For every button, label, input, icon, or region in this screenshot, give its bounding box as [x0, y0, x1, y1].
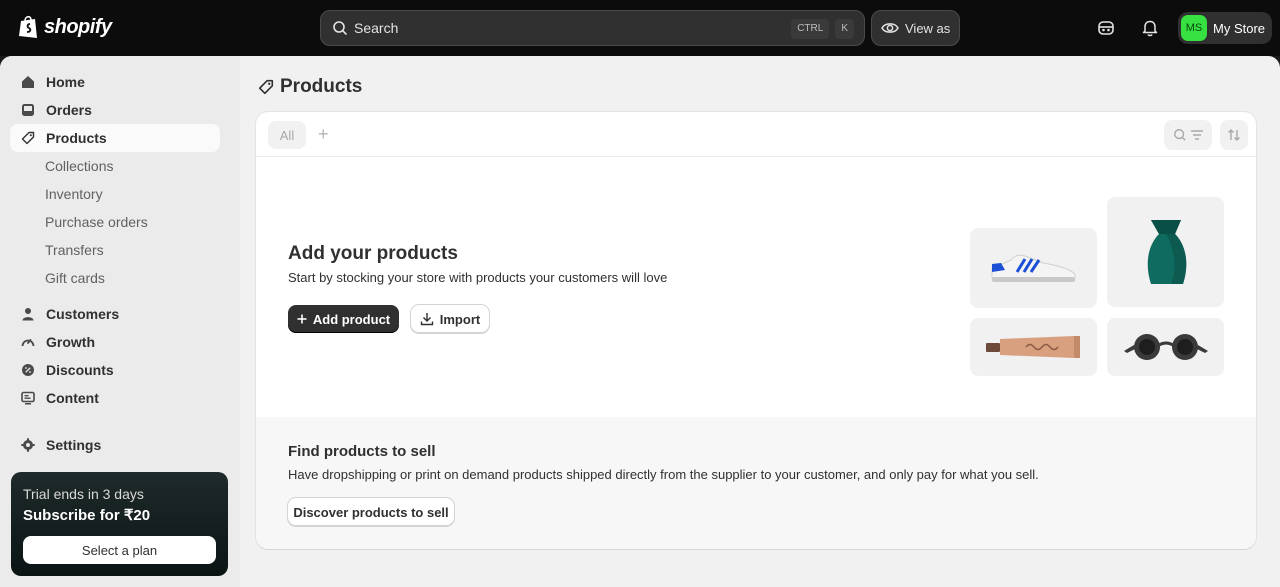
download-icon — [420, 313, 433, 326]
select-plan-button[interactable]: Select a plan — [23, 536, 216, 564]
page-title-text: Products — [280, 76, 363, 97]
add-product-label: Add product — [312, 311, 391, 327]
sidebar-subitem-transfers[interactable]: Transfers — [45, 242, 104, 258]
tag-icon — [258, 79, 274, 95]
monitor-icon — [20, 390, 36, 406]
inbox-icon — [20, 102, 36, 118]
sort-button[interactable] — [1220, 120, 1248, 150]
notifications-button[interactable] — [1138, 16, 1162, 40]
tube-illustration — [970, 318, 1097, 376]
sidebar-item-content[interactable]: Content — [10, 384, 220, 412]
trial-price-text: Subscribe for ₹20 — [23, 507, 151, 524]
discount-badge-icon — [20, 362, 36, 378]
shopify-bag-icon — [19, 15, 37, 38]
sunglasses-illustration — [1107, 318, 1224, 376]
eye-icon — [881, 23, 899, 33]
sidekick-icon — [1098, 21, 1114, 35]
sidebar: Home Orders Products Collections Invento… — [0, 56, 240, 587]
empty-state-title: Add your products — [288, 243, 458, 264]
sidebar-item-label: Home — [46, 74, 85, 90]
sidebar-subitem-purchase-orders[interactable]: Purchase orders — [45, 214, 148, 230]
page-title: Products — [258, 76, 362, 98]
sneaker-illustration — [970, 228, 1097, 308]
sidebar-subitem-gift-cards[interactable]: Gift cards — [45, 270, 105, 286]
find-products-section: Find products to sell Have dropshipping … — [256, 417, 1256, 549]
shortcut-key-k: K — [835, 19, 854, 39]
view-as-button[interactable]: View as — [871, 10, 960, 46]
sidebar-item-discounts[interactable]: Discounts — [10, 356, 220, 384]
add-product-button[interactable]: Add product — [288, 305, 399, 333]
sidebar-item-label: Growth — [46, 334, 95, 350]
sidebar-item-label: Customers — [46, 306, 120, 322]
discover-products-button[interactable]: Discover products to sell — [288, 498, 454, 526]
tube-icon — [985, 336, 1080, 358]
search-shortcut: CTRL K — [791, 19, 854, 39]
sidebar-item-settings[interactable]: Settings — [10, 431, 220, 459]
tab-all[interactable]: All — [268, 121, 306, 149]
sidebar-item-customers[interactable]: Customers — [10, 300, 220, 328]
sidebar-item-label: Content — [46, 390, 99, 406]
plus-icon — [297, 314, 307, 324]
sidebar-item-products[interactable]: Products — [10, 124, 220, 152]
admin-frame: Home Orders Products Collections Invento… — [0, 56, 1280, 587]
gauge-icon — [20, 334, 36, 350]
shortcut-key-ctrl: CTRL — [791, 19, 830, 39]
brand-name: shopify — [44, 15, 112, 38]
import-button[interactable]: Import — [411, 305, 489, 333]
search-placeholder: Search — [354, 20, 399, 36]
trial-banner: Trial ends in 3 days Subscribe for ₹20 S… — [11, 472, 228, 576]
sidebar-item-home[interactable]: Home — [10, 68, 220, 96]
person-icon — [20, 306, 36, 322]
filter-icon — [1190, 130, 1203, 140]
search-filter-button[interactable] — [1164, 120, 1212, 150]
sidebar-item-label: Settings — [46, 437, 102, 453]
sidebar-item-label: Orders — [46, 102, 92, 118]
sidebar-item-label: Discounts — [46, 362, 114, 378]
search-icon — [1173, 129, 1186, 141]
store-menu-button[interactable]: MS My Store — [1178, 12, 1272, 44]
store-name: My Store — [1213, 20, 1266, 36]
import-label: Import — [439, 311, 481, 327]
sidebar-item-orders[interactable]: Orders — [10, 96, 220, 124]
top-bar: shopify Search CTRL K View as MS My Stor… — [0, 0, 1280, 56]
trial-remaining-text: Trial ends in 3 days — [23, 486, 144, 502]
add-view-button[interactable]: + — [318, 124, 329, 145]
sidekick-button[interactable] — [1094, 16, 1118, 40]
home-icon — [20, 74, 36, 90]
sidebar-subitem-inventory[interactable]: Inventory — [45, 186, 103, 202]
find-products-title: Find products to sell — [288, 443, 436, 460]
tag-icon — [20, 130, 36, 146]
gear-icon — [20, 437, 36, 453]
shopify-logo[interactable]: shopify — [18, 14, 112, 40]
vase-icon — [1147, 220, 1186, 284]
sneaker-icon — [991, 254, 1075, 282]
vase-illustration — [1107, 197, 1224, 307]
empty-state-description: Start by stocking your store with produc… — [288, 270, 668, 285]
sidebar-subitem-collections[interactable]: Collections — [45, 158, 113, 174]
products-card: All + Add your products Start by stockin… — [256, 112, 1256, 549]
sunglasses-icon — [1123, 334, 1208, 360]
search-icon — [333, 21, 347, 35]
bell-icon — [1142, 20, 1158, 37]
sort-arrows-icon — [1228, 129, 1240, 141]
sidebar-item-label: Products — [46, 130, 107, 146]
search-bar[interactable]: Search CTRL K — [320, 10, 865, 46]
store-avatar: MS — [1181, 15, 1207, 41]
sidebar-item-growth[interactable]: Growth — [10, 328, 220, 356]
find-products-description: Have dropshipping or print on demand pro… — [288, 467, 1039, 482]
view-tabs: All + — [256, 112, 1256, 157]
view-as-label: View as — [905, 20, 951, 36]
